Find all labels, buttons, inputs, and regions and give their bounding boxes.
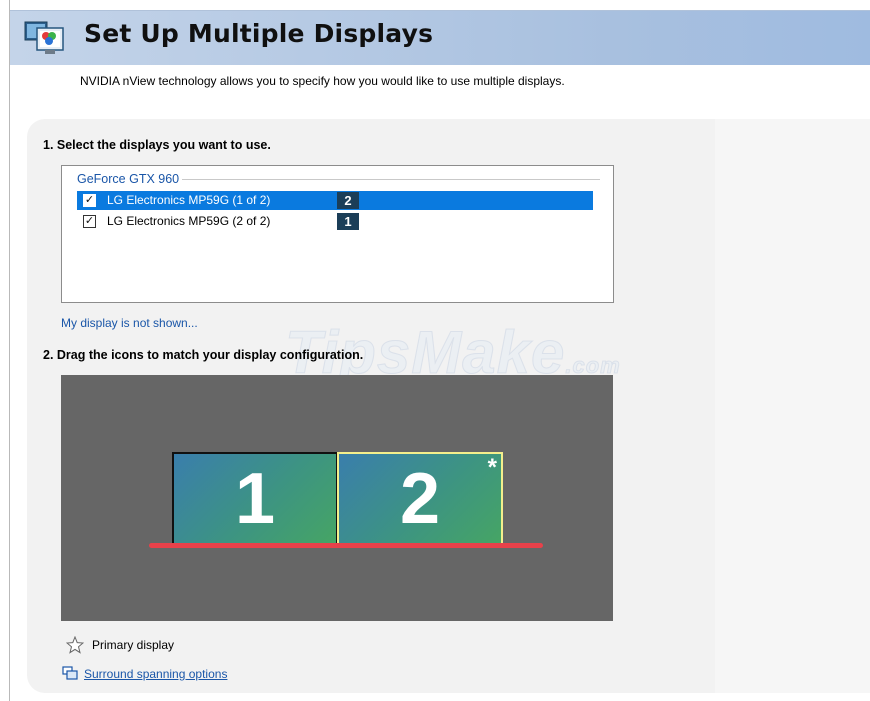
nvidia-display-icon	[24, 21, 64, 54]
display-arrangement-canvas[interactable]: 1 2 *	[61, 375, 613, 621]
monitor-number-2: 2	[399, 459, 441, 539]
primary-star-marker: *	[487, 454, 497, 481]
step2-label: 2. Drag the icons to match your display …	[43, 348, 364, 362]
display-row-1[interactable]: ✓ LG Electronics MP59G (1 of 2) 2	[77, 191, 593, 210]
surround-icon	[62, 666, 78, 680]
intro-text: NVIDIA nView technology allows you to sp…	[80, 74, 565, 88]
group-divider	[182, 179, 600, 180]
monitor-number-1: 1	[234, 459, 276, 539]
display-label-2: LG Electronics MP59G (2 of 2)	[107, 214, 271, 228]
gpu-group-label: GeForce GTX 960	[77, 172, 180, 186]
monitor-icon-1[interactable]: 1	[172, 452, 338, 547]
step1-label: 1. Select the displays you want to use.	[43, 138, 271, 152]
display-not-shown-link[interactable]: My display is not shown...	[61, 316, 198, 330]
primary-display-legend: Primary display	[92, 638, 175, 652]
page-title: Set Up Multiple Displays	[84, 19, 434, 48]
display-checkbox-1[interactable]: ✓	[83, 194, 96, 207]
display-checkbox-2[interactable]: ✓	[83, 215, 96, 228]
page-header: Set Up Multiple Displays	[10, 10, 870, 65]
display-badge-2: 1	[337, 213, 359, 230]
primary-star-icon	[66, 636, 84, 654]
surround-spanning-link[interactable]: Surround spanning options	[84, 667, 227, 681]
display-badge-1: 2	[337, 192, 359, 209]
alignment-line	[149, 543, 543, 548]
display-label-1: LG Electronics MP59G (1 of 2)	[107, 193, 271, 207]
panel-fade	[715, 119, 870, 693]
monitor-icon-2[interactable]: 2 *	[337, 452, 503, 547]
display-row-2[interactable]: ✓ LG Electronics MP59G (2 of 2) 1	[77, 212, 593, 231]
window-border	[9, 0, 10, 701]
display-listbox[interactable]: GeForce GTX 960 ✓ LG Electronics MP59G (…	[61, 165, 614, 303]
